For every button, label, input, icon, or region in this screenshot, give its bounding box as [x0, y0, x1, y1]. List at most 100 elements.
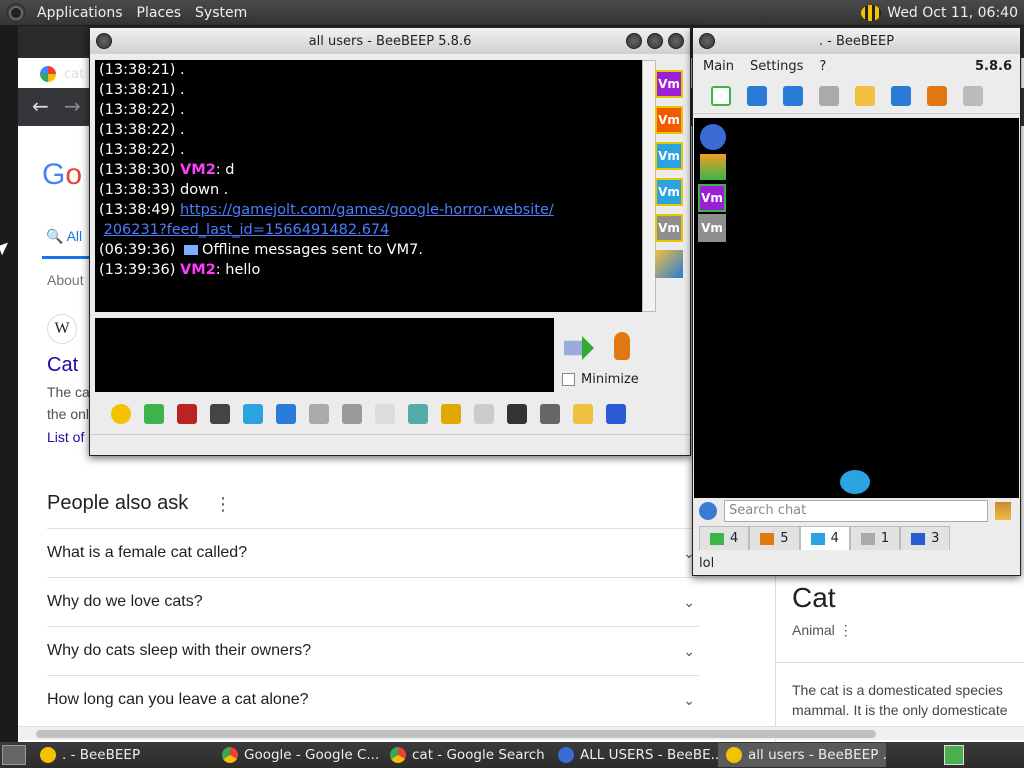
taskbar-item-label: ALL USERS - BeeBE... — [580, 747, 718, 763]
tab-shares[interactable]: 1 — [849, 526, 901, 550]
result-sublink[interactable]: List of — [47, 429, 84, 445]
microphone-icon[interactable] — [614, 332, 630, 360]
system-logo-icon[interactable] — [6, 2, 26, 23]
user-avatar-icon[interactable]: Vm — [698, 214, 726, 242]
save-icon[interactable] — [602, 400, 630, 428]
chat-history[interactable]: (13:38:21) . (13:38:21) . (13:38:22) . (13:… — [95, 60, 642, 312]
tab-count: 4 — [830, 531, 839, 546]
dictionary-icon[interactable] — [338, 400, 366, 428]
main-menubar: Main Settings ? 5.8.6 — [693, 54, 1020, 78]
pen-icon[interactable] — [851, 82, 879, 110]
menu-main[interactable]: Main — [703, 59, 734, 74]
user-avatar-icon[interactable]: Vm — [655, 142, 683, 170]
window-icon[interactable] — [536, 400, 564, 428]
highlight-icon[interactable] — [140, 400, 168, 428]
screenshot-icon[interactable] — [503, 400, 531, 428]
user-avatar-icon[interactable]: Vm — [655, 106, 683, 134]
tab-groups[interactable]: 5 — [749, 526, 800, 550]
groups-icon[interactable] — [815, 82, 843, 110]
menu-places[interactable]: Places — [130, 5, 189, 21]
message-timestamp: (13:38:22) — [99, 122, 176, 138]
minimize-window-icon[interactable] — [626, 33, 642, 49]
spellcheck-icon[interactable] — [305, 400, 333, 428]
message-link[interactable]: 206231?feed_last_id=1566491482.674 — [104, 222, 390, 238]
tab-log[interactable]: 3 — [900, 526, 951, 550]
tray-app-icon[interactable] — [944, 745, 964, 765]
network-users-icon[interactable] — [700, 124, 726, 150]
user-avatar-icon[interactable]: Vm — [698, 184, 726, 212]
window-menu-icon[interactable] — [96, 33, 112, 49]
show-desktop-icon[interactable] — [2, 745, 26, 765]
message-input[interactable] — [95, 318, 554, 392]
paa-question[interactable]: How long can you leave a cat alone? ⌄ — [47, 675, 699, 724]
note-edit-icon[interactable] — [569, 400, 597, 428]
main-window-titlebar[interactable]: . - BeeBEEP — [693, 28, 1020, 54]
tools-icon[interactable] — [887, 82, 915, 110]
folder-share-icon[interactable] — [437, 400, 465, 428]
send-message-icon[interactable] — [564, 336, 594, 360]
html-code-icon[interactable] — [470, 400, 498, 428]
search-chat-input[interactable]: Search chat — [724, 500, 988, 522]
message-timestamp: (13:38:21) — [99, 82, 176, 98]
chat-message: (13:38:30) VM2: d — [99, 160, 638, 180]
taskbar-item[interactable]: all users - BeeBEEP ... — [718, 743, 886, 767]
taskbar-item[interactable]: cat - Google Search ... — [382, 743, 550, 767]
kp-description: The cat is a domesticated species mammal… — [792, 682, 1008, 718]
chat-bubbles-icon[interactable] — [840, 470, 870, 494]
tab-users[interactable]: 4 — [699, 526, 750, 550]
user-avatar-icon[interactable]: Vm — [655, 178, 683, 206]
taskbar-item[interactable]: Google - Google C... — [214, 743, 382, 767]
status-selector-icon[interactable] — [707, 82, 735, 110]
back-arrow-icon[interactable]: ← — [32, 94, 49, 118]
tab-chats[interactable]: 4 — [799, 526, 850, 550]
horizontal-scrollbar[interactable] — [18, 726, 1024, 740]
chat-window-titlebar[interactable]: all users - BeeBEEP 5.8.6 — [90, 28, 690, 54]
filter-icon[interactable] — [239, 400, 267, 428]
network-icon[interactable] — [779, 82, 807, 110]
paa-question[interactable]: Why do we love cats? ⌄ — [47, 577, 699, 626]
paa-question[interactable]: Why do cats sleep with their owners? ⌄ — [47, 626, 699, 675]
font-icon[interactable] — [173, 400, 201, 428]
maximize-window-icon[interactable] — [647, 33, 663, 49]
taskbar-item[interactable]: ALL USERS - BeeBE... — [550, 743, 718, 767]
taskbar-item[interactable]: . - BeeBEEP — [32, 743, 214, 767]
window-menu-icon[interactable] — [699, 33, 715, 49]
user-avatar-icon[interactable]: Vm — [655, 70, 683, 98]
clock[interactable]: Wed Oct 11, 06:40 — [887, 5, 1018, 21]
kp-more-icon[interactable]: ⋮ — [839, 622, 853, 638]
tab-count: 5 — [780, 531, 789, 546]
chat-vertical-scrollbar[interactable] — [642, 60, 656, 312]
edit-profile-icon[interactable] — [743, 82, 771, 110]
message-text: : d — [215, 162, 235, 178]
menu-help[interactable]: ? — [819, 59, 826, 74]
beebeep-tray-icon[interactable] — [861, 4, 882, 21]
menu-applications[interactable]: Applications — [30, 5, 130, 21]
menu-settings[interactable]: Settings — [750, 59, 803, 74]
clear-search-icon[interactable] — [995, 502, 1011, 520]
user-avatar-icon[interactable]: Vm — [655, 214, 683, 242]
color-picker-icon[interactable] — [206, 400, 234, 428]
sound-icon[interactable] — [371, 400, 399, 428]
message-link[interactable]: https://gamejolt.com/games/google-horror… — [180, 202, 554, 218]
close-window-icon[interactable] — [668, 33, 684, 49]
chat-message: (13:38:21) . — [99, 60, 638, 80]
minimize-checkbox[interactable]: Minimize — [562, 372, 639, 387]
checkbox[interactable] — [562, 373, 575, 386]
paa-question[interactable]: What is a female cat called? ⌄ — [47, 528, 699, 577]
tab-all[interactable]: 🔍 All — [46, 228, 82, 245]
update-icon[interactable] — [923, 82, 951, 110]
result-title[interactable]: Cat — [47, 354, 78, 377]
users-panel[interactable]: Vm Vm — [694, 118, 1019, 498]
chevron-down-icon: ⌄ — [683, 642, 695, 659]
search-options-icon[interactable] — [699, 502, 717, 520]
emoticon-icon[interactable] — [107, 400, 135, 428]
menu-system[interactable]: System — [188, 5, 254, 21]
settings-gear-icon[interactable] — [272, 400, 300, 428]
send-file-icon[interactable] — [404, 400, 432, 428]
trash-icon[interactable] — [959, 82, 987, 110]
participants-icon[interactable] — [655, 250, 683, 278]
group-users-icon[interactable] — [700, 154, 726, 180]
more-options-icon[interactable]: ⋮ — [214, 494, 232, 515]
forward-arrow-icon[interactable]: → — [64, 94, 81, 118]
chat-message: (06:39:36) Offline messages sent to VM7. — [99, 240, 638, 260]
